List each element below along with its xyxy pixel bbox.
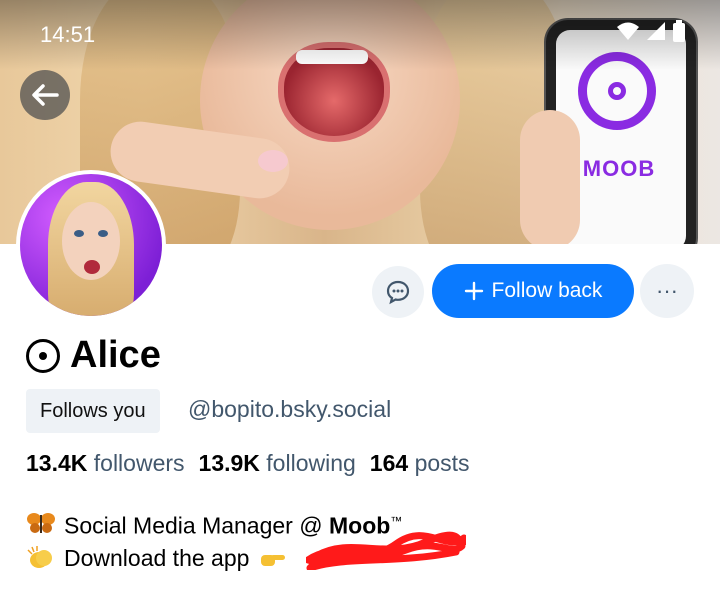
status-bar-shade <box>0 0 720 70</box>
back-arrow-icon <box>32 84 59 106</box>
butterfly-icon <box>27 513 55 534</box>
signal-icon <box>647 22 665 40</box>
clapping-hands-icon <box>27 545 52 568</box>
display-name: Alice <box>70 334 161 376</box>
more-options-button[interactable]: ··· <box>640 264 694 318</box>
avatar[interactable] <box>20 174 162 316</box>
banner-hand-right <box>520 110 580 244</box>
banner-fingernail <box>258 150 288 172</box>
followers-stat[interactable]: 13.4K followers <box>26 450 185 477</box>
following-stat[interactable]: 13.9K following <box>199 450 356 477</box>
plus-icon <box>464 281 483 301</box>
battery-icon <box>673 20 685 42</box>
profile-name-row: Alice <box>26 334 161 377</box>
status-icons <box>616 20 686 42</box>
bio-line-2-text: Download the app <box>64 544 250 571</box>
profile-handle[interactable]: @bopito.bsky.social <box>188 396 391 423</box>
profile-stats: 13.4K followers 13.9K following 164 post… <box>26 450 470 477</box>
status-time: 14:51 <box>40 22 96 47</box>
chat-bubble-icon <box>386 280 410 305</box>
moob-badge-icon <box>26 338 60 373</box>
pointing-hand-icon <box>261 554 286 566</box>
moob-brand-text: MOOB <box>582 156 656 181</box>
follows-you-label: Follows you <box>40 399 146 422</box>
back-button[interactable] <box>20 70 70 120</box>
follow-back-label: Follow back <box>491 279 603 302</box>
avatar-mouth <box>84 260 100 274</box>
posts-stat: 164 posts <box>369 450 470 476</box>
message-button[interactable] <box>372 266 424 318</box>
wifi-icon <box>617 22 639 40</box>
follow-back-button[interactable]: Follow back <box>432 264 634 318</box>
redacted-link-scribble <box>306 531 466 570</box>
avatar-eye-left <box>74 230 84 237</box>
follows-you-badge: Follows you <box>26 389 160 433</box>
more-dots-icon: ··· <box>656 278 678 303</box>
moob-logo-dot <box>608 82 626 100</box>
avatar-eye-right <box>98 230 108 237</box>
